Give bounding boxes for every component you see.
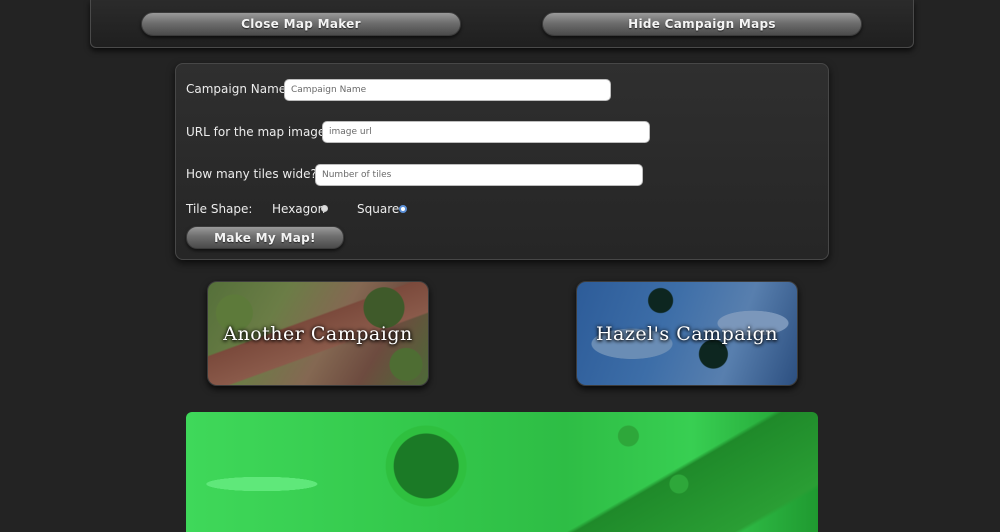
campaign-title: Another Campaign	[223, 322, 413, 345]
hexagon-radio[interactable]	[321, 205, 328, 212]
tile-shape-label: Tile Shape:	[186, 202, 253, 216]
campaign-name-label: Campaign Name:	[186, 82, 291, 96]
tiles-wide-label: How many tiles wide?	[186, 167, 317, 181]
square-option-label: Square	[357, 202, 400, 216]
square-radio[interactable]	[399, 205, 407, 213]
hexagon-option-label: Hexagon	[272, 202, 326, 216]
close-map-maker-button[interactable]: Close Map Maker	[141, 12, 461, 36]
make-my-map-button[interactable]: Make My Map!	[186, 226, 344, 249]
map-maker-form: Campaign Name: URL for the map image: Ho…	[175, 63, 829, 260]
map-url-label: URL for the map image:	[186, 125, 330, 139]
campaign-name-input[interactable]	[284, 79, 611, 101]
tiles-wide-input[interactable]	[315, 164, 643, 186]
campaign-card-another[interactable]: Another Campaign	[207, 281, 429, 386]
campaign-title: Hazel's Campaign	[595, 322, 779, 345]
campaign-card-hazel[interactable]: Hazel's Campaign	[576, 281, 798, 386]
top-toolbar: Close Map Maker Hide Campaign Maps	[90, 0, 914, 48]
map-preview-image[interactable]	[186, 412, 818, 532]
hide-campaign-maps-button[interactable]: Hide Campaign Maps	[542, 12, 862, 36]
map-url-input[interactable]	[322, 121, 650, 143]
